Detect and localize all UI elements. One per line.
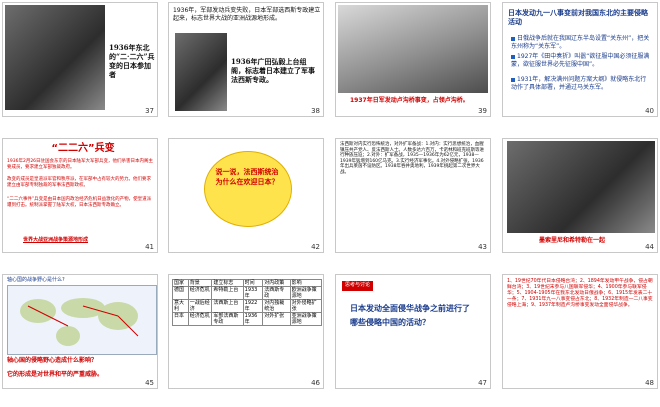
slide-number: 48 <box>645 379 654 387</box>
table-row: 德国 经济危机 希特勒上台 1933年 法西斯专政 欧洲战争策源地 <box>172 286 323 300</box>
thought-bubble <box>204 151 292 227</box>
slide-42-question: 说一说，法西斯统治为什么在欢迎日本？ <box>215 167 279 186</box>
table-row: 意大利 一战后经济 法西斯上台 1922年 对内独裁统治 对外侵略扩张 <box>172 299 323 313</box>
slide-37-caption: 1936年东北的“二·二六”兵变的日本参加者 <box>109 43 155 79</box>
slide-47-tag: 思考与讨论 <box>342 281 374 291</box>
slide-39[interactable]: 1937年日军发动卢沟桥事变，占领卢沟桥。 39 <box>335 2 491 117</box>
slide-number: 46 <box>311 379 320 387</box>
slide-sorter-grid: 1936年东北的“二·二六”兵变的日本参加者 37 1936年，军部发动兵变失败… <box>0 0 660 407</box>
slide-38[interactable]: 1936年，军部发动兵变失败，日本军部选西斯专政建立起来，标志世界大战的亚洲战源… <box>168 2 324 117</box>
slide-number: 40 <box>645 107 654 115</box>
slide-48[interactable]: 1、19世纪70年代日本侵略台湾；2、1894年发动甲午战争，侵占朝鲜台湾；3、… <box>502 274 658 389</box>
slide-46[interactable]: 国家 背景 建立标志 时间 对内政策 影响 德国 经济危机 希特勒上台 1933… <box>168 274 324 389</box>
slide-38-text: 1936年，军部发动兵变失败，日本军部选西斯专政建立起来，标志世界大战的亚洲战源… <box>173 7 321 22</box>
slide-number: 41 <box>145 243 154 251</box>
slide-number: 37 <box>145 107 154 115</box>
slide-37[interactable]: 1936年东北的“二·二六”兵变的日本参加者 37 <box>2 2 158 117</box>
slide-number: 45 <box>145 379 154 387</box>
slide-44-caption: 墨索里尼和希特勒在一起 <box>539 237 606 244</box>
slide-number: 42 <box>311 243 320 251</box>
slide-41-para-1: 1936年2月26日驻国会东京的日本陆军大军部兵变，他们杀害日本内阁主要成员，要… <box>7 159 154 170</box>
slide-40[interactable]: 日本发动九一八事变前对我国东北的主要侵略活动 日俄战争后就在我国辽东半岛设置“关… <box>502 2 658 117</box>
slide-44[interactable]: 墨索里尼和希特勒在一起 44 <box>502 138 658 253</box>
fascism-table: 国家 背景 建立标志 时间 对内政策 影响 德国 经济危机 希特勒上台 1933… <box>172 279 323 326</box>
slide-42[interactable]: 说一说，法西斯统治为什么在欢迎日本？ 42 <box>168 138 324 253</box>
slide-41-link: 世界大战亚洲战争策源地形成 <box>23 237 89 243</box>
bridge-photo <box>338 5 488 93</box>
slide-number: 44 <box>645 243 654 251</box>
slide-40-item-3: 1931年，解决满州问题方案大纲》就侵略东北行动作了具体部署，并通过马关东军。 <box>511 76 647 91</box>
slide-47[interactable]: 思考与讨论 日本发动全面侵华战争之前进行了哪些侵略中国的活动？ 47 <box>335 274 491 389</box>
world-map-icon <box>20 298 139 346</box>
slide-41-para-2: 政变的成员是皇道派军官和秩序派，在军部中占有较大的势力。他们要求建立由军部专制独… <box>7 177 151 188</box>
slide-number: 47 <box>478 379 487 387</box>
slide-47-question: 日本发动全面侵华战争之前进行了哪些侵略中国的活动？ <box>350 303 470 327</box>
slide-number: 43 <box>478 243 487 251</box>
slide-40-item-1: 日俄战争后就在我国辽东半岛设置“关东州”，把关东州称为“关东军”。 <box>511 35 650 50</box>
slide-number: 39 <box>478 107 487 115</box>
leaders-photo <box>507 141 655 233</box>
slide-40-title: 日本发动九一八事变前对我国东北的主要侵略活动 <box>508 9 648 26</box>
slide-43-para: 法西斯对内实行恐怖统治，对外扩军备战：1.对内：实行思想统治，血腥镇压共产党人、… <box>340 142 484 175</box>
table-row: 日本 经济危机 军部法西斯专政 1936年 对外扩张 亚洲战争策源地 <box>172 312 323 326</box>
slide-number: 38 <box>311 107 320 115</box>
table-header-row: 国家 背景 建立标志 时间 对内政策 影响 <box>172 279 323 287</box>
slide-43[interactable]: 法西斯对内实行恐怖统治，对外扩军备战：1.对内：实行思想统治，血腥镇压共产党人、… <box>335 138 491 253</box>
slide-39-caption: 1937年日军发动卢沟桥事变，占领卢沟桥。 <box>350 97 469 104</box>
bullet-icon <box>511 77 515 82</box>
portrait-photo <box>175 33 227 111</box>
slide-41-para-3: “二二六事件”兵变是由日本国内政治经济危机日益激化的产物，使皇道派遭到打击。统制… <box>7 197 152 208</box>
slide-48-text: 1、19世纪70年代日本侵略台湾；2、1894年发动甲午战争，侵占朝鲜台湾；3、… <box>507 279 653 308</box>
slide-41[interactable]: “二二六”兵变 1936年2月26日驻国会东京的日本陆军大军部兵变，他们杀害日本… <box>2 138 158 253</box>
bullet-icon <box>511 36 515 41</box>
world-map <box>7 285 157 355</box>
slide-41-title: “二二六”兵变 <box>51 143 115 154</box>
bullet-icon <box>511 54 515 59</box>
slide-38-caption: 1936年广田弘毅上台组阁，标志着日本建立了军事法西斯专政。 <box>231 57 315 84</box>
slide-45-bottom-2: 它的形成是对世界和平的严重威胁。 <box>7 371 104 378</box>
slide-40-item-2: 1927年《田中奏折》叫嚣“欲征服中国必须征服满蒙，欲征服世界必先征服中国”。 <box>511 53 650 68</box>
slide-45[interactable]: 轴心国的战争野心是什么? 轴心国的侵略野心造成什么影响？ 它的形成是对世界和平的… <box>2 274 158 389</box>
slide-45-top: 轴心国的战争野心是什么? <box>7 277 65 283</box>
slide-45-bottom-1: 轴心国的侵略野心造成什么影响？ <box>7 357 98 364</box>
troops-photo <box>5 5 105 110</box>
